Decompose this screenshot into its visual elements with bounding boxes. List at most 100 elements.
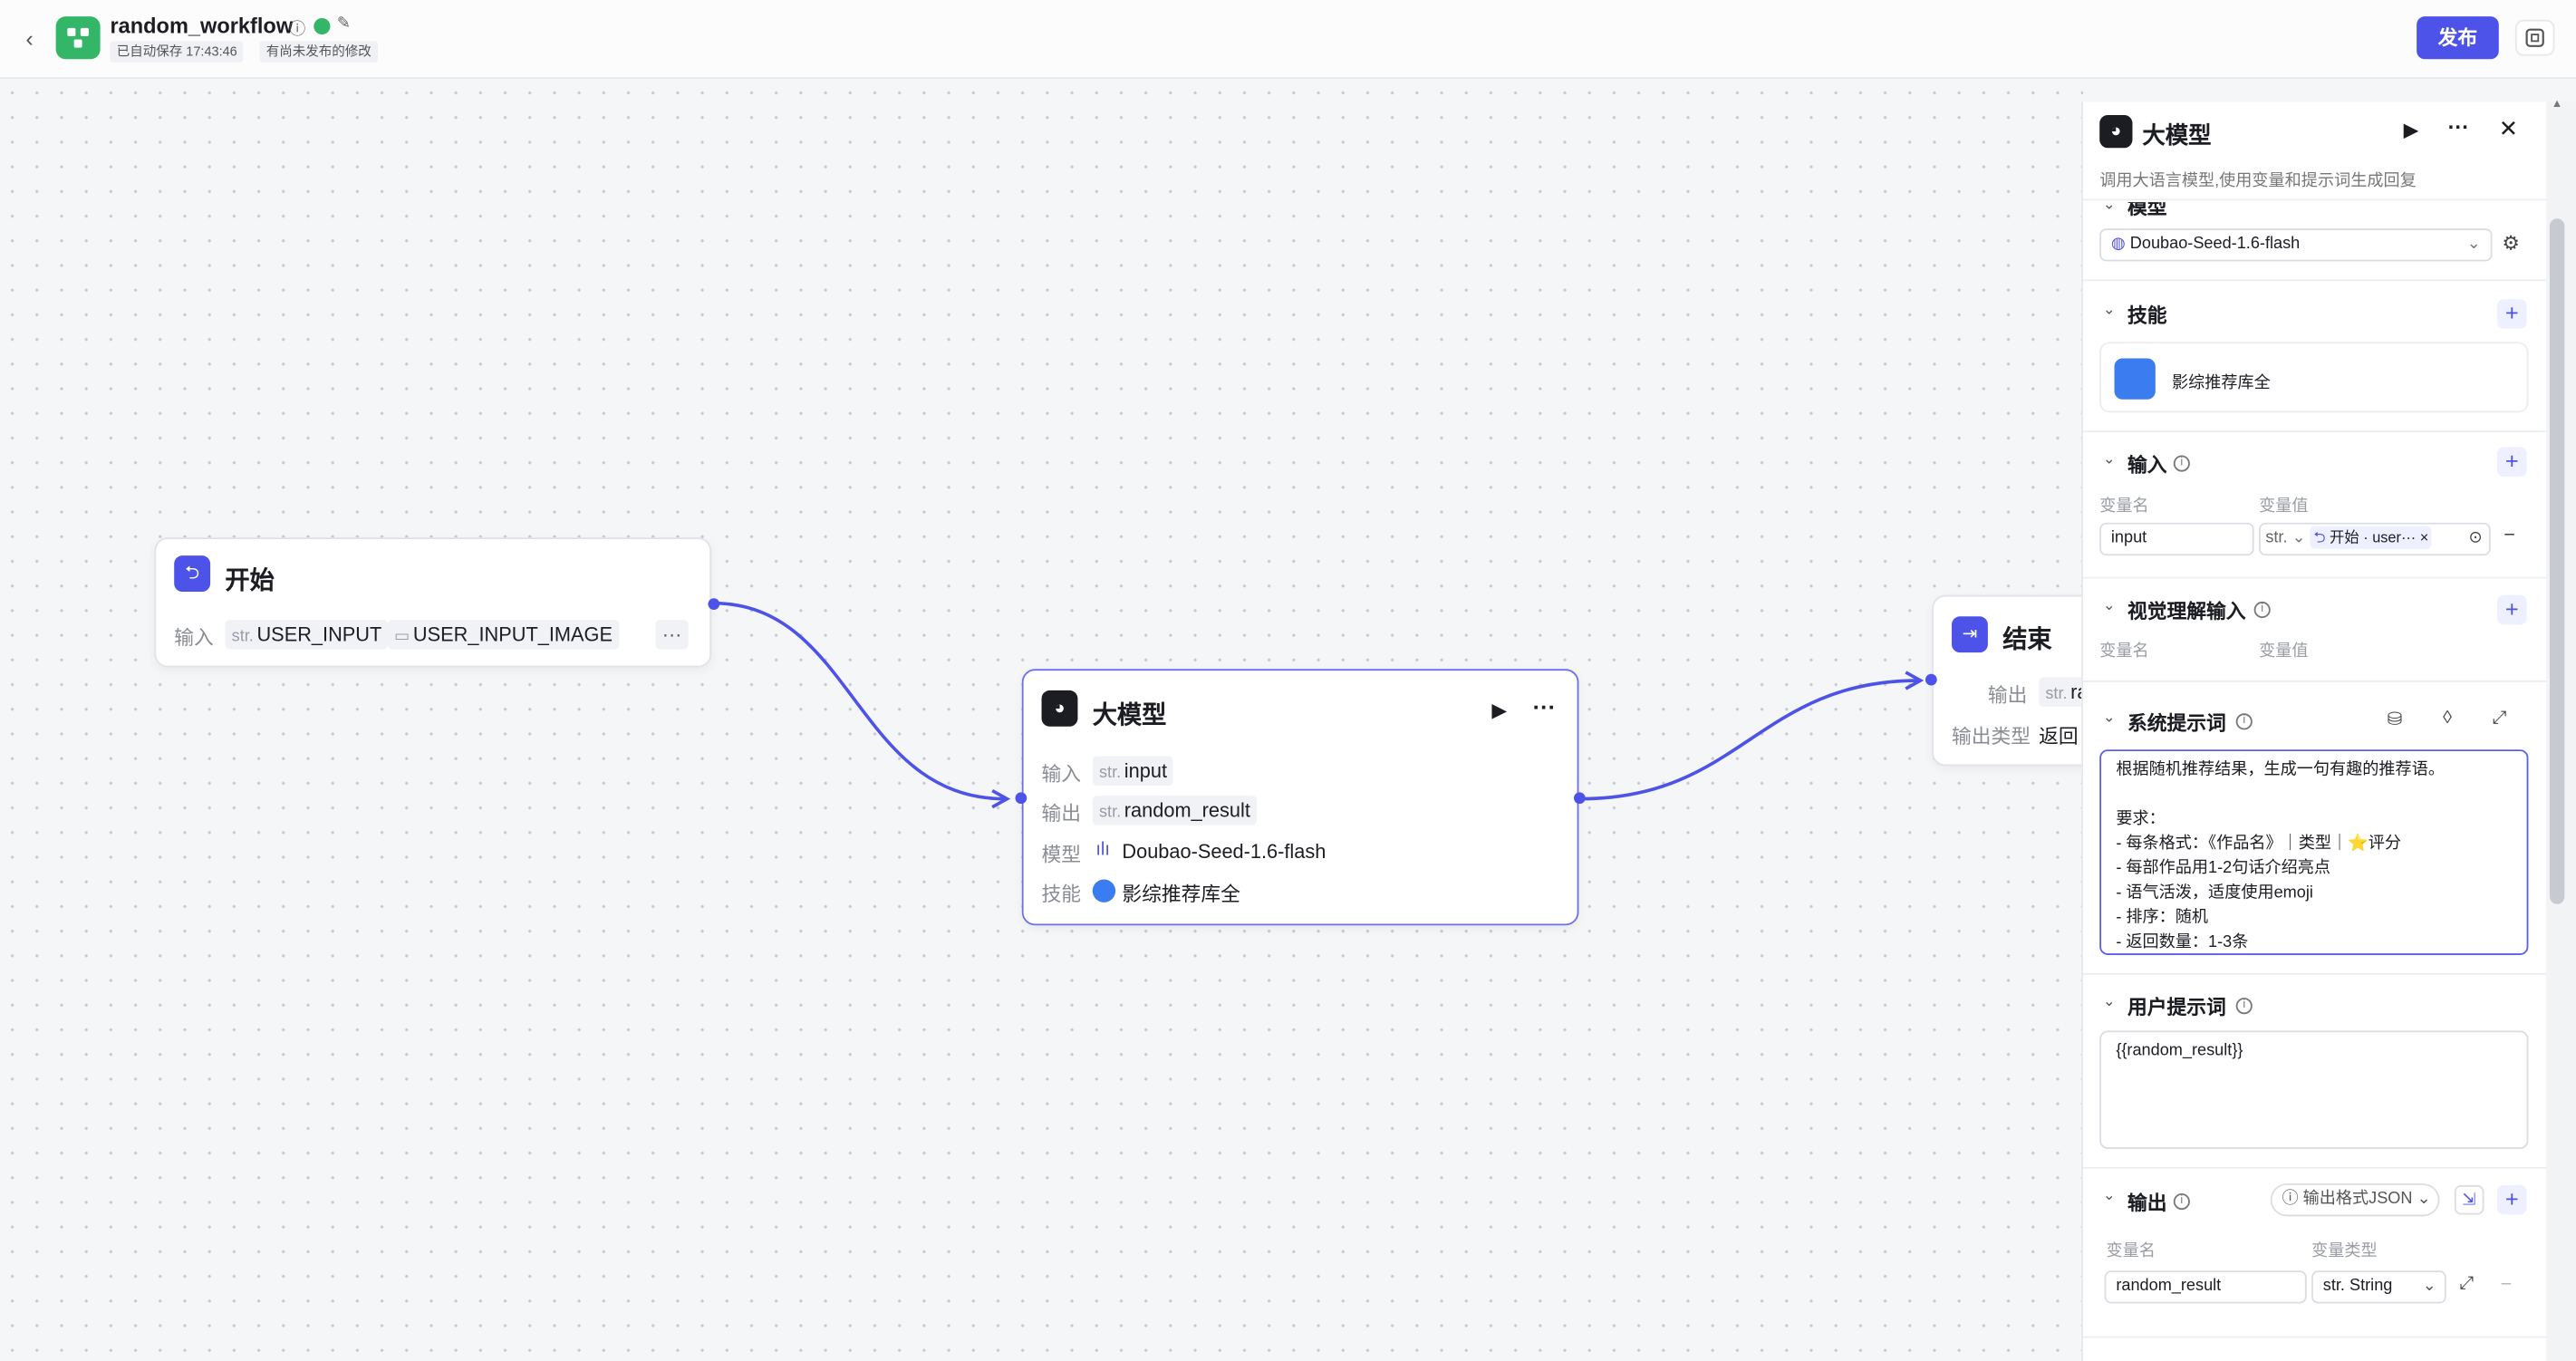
toggle-panel-button[interactable]	[2514, 19, 2555, 56]
out-var-type-header: 变量类型	[2311, 1242, 2378, 1261]
end-output-label: 输出	[1987, 683, 2028, 708]
llm-output-port[interactable]	[1573, 792, 1586, 805]
prompt-line: - 每条格式：《作品名》｜类型｜⭐评分	[2116, 835, 2402, 854]
end-input-port[interactable]	[1925, 673, 1937, 686]
workflow-canvas[interactable]: ⮌ 开始 输入 str. USER_INPUT ▭ USER_INPUT_IMAGE…	[0, 80, 2129, 1361]
output-section-title: 输出	[2127, 1192, 2167, 1215]
out-var-name-header: 变量名	[2106, 1242, 2156, 1261]
panel-description: 调用大语言模型,使用变量和提示词生成回复	[2099, 172, 2417, 191]
run-icon[interactable]: ▶	[2404, 119, 2419, 141]
start-node-icon: ⮌	[174, 555, 211, 593]
model-icon: ◍	[2110, 235, 2130, 254]
input-var-value-field[interactable]: str. ⌄ ⮌ 开始 · user··· × ⊙	[2259, 522, 2491, 556]
info-icon[interactable]: i	[2173, 1192, 2190, 1211]
llm-skill-value: 影综推荐库全	[1122, 883, 1240, 906]
info-icon[interactable]: i	[2253, 601, 2271, 619]
add-input-button[interactable]: +	[2496, 447, 2527, 478]
var-value-header: 变量值	[2259, 497, 2309, 516]
document-icon	[2114, 358, 2156, 400]
check-status-icon	[314, 17, 331, 35]
start-output-port[interactable]	[708, 598, 720, 610]
divider	[2083, 680, 2547, 682]
prompt-line	[2116, 782, 2512, 806]
scrollbar-thumb[interactable]	[2549, 218, 2565, 904]
llm-skill-label: 技能	[1041, 883, 1082, 906]
input-section-title: 输入	[2127, 453, 2167, 478]
run-icon[interactable]: ▶	[1491, 699, 1507, 721]
prompt-library-icon[interactable]: ⛁	[2387, 709, 2402, 730]
divider	[2083, 1336, 2547, 1338]
reference-chip: ⮌ 开始 · user··· ×	[2310, 526, 2432, 549]
more-icon[interactable]: ···	[1533, 694, 1556, 720]
expand-icon[interactable]: ⤢	[2493, 709, 2507, 730]
user-prompt-editor[interactable]: {{random_result}}	[2099, 1030, 2529, 1149]
import-icon[interactable]: ⇲	[2454, 1184, 2484, 1215]
chevron-down-icon: ⌄	[2412, 1190, 2431, 1209]
visual-var-name-header: 变量名	[2099, 642, 2149, 661]
more-icon[interactable]: ···	[2448, 115, 2470, 140]
add-skill-button[interactable]: +	[2496, 299, 2527, 329]
chevron-down-icon[interactable]: ⌄	[2103, 450, 2116, 468]
start-input-chip-user-input-image: ▭ USER_INPUT_IMAGE	[387, 619, 620, 650]
prompt-line: - 排序：随机	[2116, 909, 2209, 928]
info-icon[interactable]: i	[2235, 713, 2253, 730]
gear-icon[interactable]: ⚙	[2502, 232, 2520, 255]
chevron-down-icon[interactable]: ⌄	[2103, 993, 2116, 1011]
divider	[2083, 279, 2547, 282]
prompt-line: - 语气活泼，适度使用emoji	[2116, 883, 2313, 903]
info-icon[interactable]: i	[2173, 455, 2190, 472]
chevron-down-icon[interactable]: ⌄	[2103, 196, 2116, 214]
visual-input-section-title: 视觉理解输入	[2127, 600, 2246, 623]
edit-icon[interactable]: ✎	[337, 14, 351, 33]
add-visual-input-button[interactable]: +	[2496, 594, 2527, 625]
edge-start-to-llm	[712, 601, 1006, 801]
chevron-down-icon[interactable]: ⌄	[2103, 301, 2116, 319]
chevron-left-icon[interactable]: ‹	[14, 23, 44, 53]
chevron-down-icon: ⌄	[2466, 235, 2481, 254]
node-config-panel: ◕ 大模型 ▶ ··· ✕ 调用大语言模型,使用变量和提示词生成回复 ⌄ 模型 …	[2081, 101, 2547, 1361]
end-output-type-value: 返回	[2039, 724, 2079, 748]
scroll-up-icon[interactable]: ▲	[2552, 99, 2563, 111]
variable-icon: ⊙	[2468, 529, 2483, 548]
input-var-name-field[interactable]: input	[2099, 522, 2254, 556]
remove-output-button[interactable]: −	[2501, 1272, 2513, 1295]
output-var-name-field[interactable]: random_result	[2104, 1270, 2307, 1304]
chevron-down-icon: ⌄	[2422, 1277, 2436, 1296]
start-node-title: 开始	[225, 566, 275, 595]
autosave-status: 已自动保存 17:43:46	[110, 41, 245, 63]
chevron-down-icon[interactable]: ⌄	[2103, 709, 2116, 727]
start-more-button[interactable]: ···	[655, 619, 689, 650]
remove-input-button[interactable]: −	[2504, 523, 2515, 545]
output-format-select[interactable]: ⓘ 输出格式JSON ⌄	[2270, 1183, 2440, 1217]
info-icon[interactable]: i	[2235, 998, 2253, 1015]
llm-input-label: 输入	[1041, 762, 1082, 787]
llm-output-chip: str. random_result	[1092, 795, 1258, 825]
start-node[interactable]: ⮌ 开始 输入 str. USER_INPUT ▭ USER_INPUT_IMAGE…	[154, 537, 712, 668]
output-var-type-select[interactable]: str. String ⌄	[2311, 1270, 2446, 1304]
llm-node[interactable]: ◕ 大模型 ▶ ··· 输入 str. input 输出 str. random_r…	[1021, 669, 1579, 926]
prompt-line: - 返回数量：1-3条	[2116, 933, 2249, 952]
panel-title: 大模型	[2142, 121, 2212, 149]
start-input-label: 输入	[174, 626, 214, 650]
skill-item[interactable]: 影综推荐库全	[2099, 342, 2529, 413]
close-icon[interactable]: ✕	[2499, 115, 2518, 143]
publish-button[interactable]: 发布	[2417, 16, 2499, 60]
llm-input-port[interactable]	[1015, 792, 1028, 805]
start-node-icon: ⮌	[2313, 529, 2326, 546]
info-icon: ⓘ	[2282, 1190, 2303, 1209]
model-select[interactable]: ◍ Doubao-Seed-1.6-flash ⌄	[2099, 228, 2493, 262]
chevron-down-icon[interactable]: ⌄	[2103, 1187, 2116, 1205]
llm-model-label: 模型	[1041, 843, 1082, 866]
info-icon[interactable]: ⓘ	[289, 14, 305, 40]
workflow-app-icon	[55, 16, 101, 60]
add-output-button[interactable]: +	[2496, 1184, 2527, 1215]
lightbulb-icon[interactable]: ◊	[2443, 709, 2452, 729]
skill-item-label: 影综推荐库全	[2171, 374, 2271, 393]
panel-icon	[2525, 28, 2544, 47]
chevron-down-icon[interactable]: ⌄	[2103, 596, 2116, 614]
end-node-icon: ⇥	[1952, 616, 1988, 653]
divider	[2083, 972, 2547, 975]
system-prompt-editor[interactable]: 根据随机推荐结果，生成一句有趣的推荐语。 要求： - 每条格式：《作品名》｜类型…	[2099, 749, 2529, 955]
expand-icon[interactable]: ⤢	[2459, 1274, 2474, 1296]
llm-model-value: Doubao-Seed-1.6-flash	[1122, 839, 1327, 864]
